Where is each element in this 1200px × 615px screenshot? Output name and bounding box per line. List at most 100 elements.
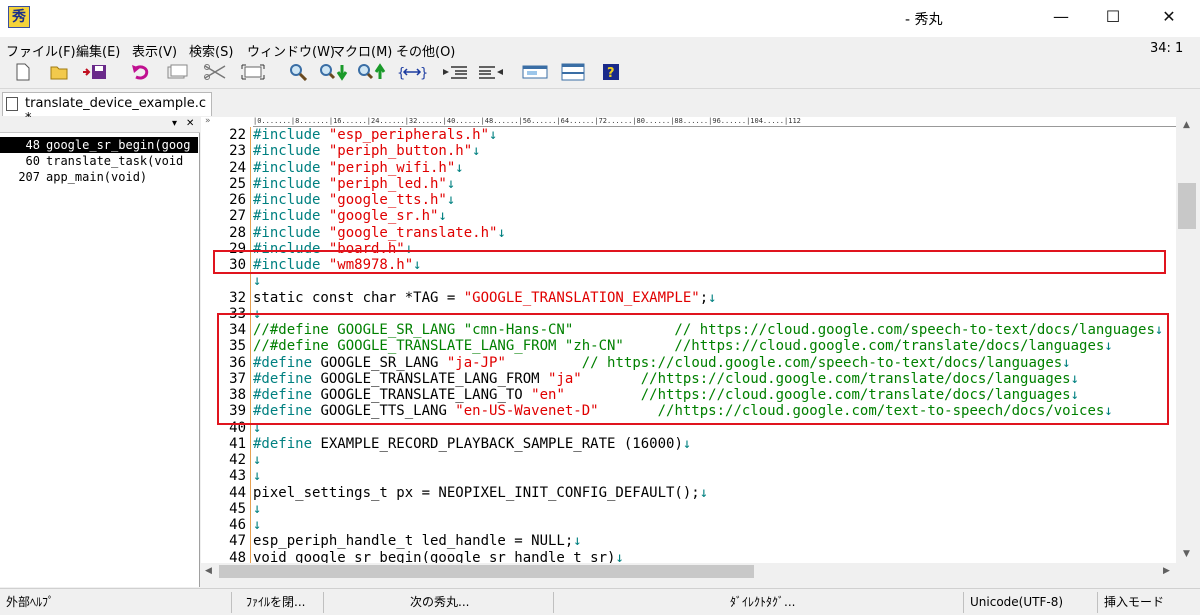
maximize-button[interactable]: ☐	[1090, 0, 1136, 34]
scroll-left-arrow-icon[interactable]: ◀	[205, 566, 212, 576]
scroll-right-arrow-icon[interactable]: ▶	[1163, 566, 1170, 576]
cut-icon[interactable]	[202, 63, 228, 87]
status-encoding[interactable]: Unicode(UTF-8)	[964, 592, 1098, 613]
outline-item-line: 60	[25, 154, 40, 168]
code-token: #include	[253, 127, 329, 143]
help-icon[interactable]: ?	[598, 63, 624, 87]
newline-mark: ↓	[253, 468, 262, 485]
svg-text:}: }	[420, 66, 427, 80]
minimize-button[interactable]: —	[1038, 0, 1084, 34]
outline-item-name: translate_task(void	[46, 154, 184, 168]
new-file-icon[interactable]	[10, 63, 36, 87]
status-direct-tag[interactable]: ﾀﾞｲﾚｸﾄﾀｸﾞ...	[724, 592, 964, 613]
newline-mark: ↓	[253, 273, 262, 290]
code-token: "GOOGLE_TRANSLATION_EXAMPLE"	[463, 289, 700, 306]
hidemaru-window: 秀 - 秀丸 — ☐ ✕ ファイル(F) 編集(E) 表示(V) 検索(S) ウ…	[0, 0, 1200, 615]
outline-close-button[interactable]: ✕	[186, 118, 194, 129]
document-tab[interactable]: translate_device_example.c *	[2, 92, 212, 126]
code-line[interactable]: #include "periph_wifi.h"↓	[253, 160, 464, 176]
code-line[interactable]: #include "esp_peripherals.h"↓	[253, 127, 497, 143]
search-icon[interactable]	[285, 63, 311, 87]
code-token: "google_tts.h"	[328, 192, 447, 208]
ruler-marker: »	[205, 116, 211, 126]
split-window-icon[interactable]	[558, 63, 588, 87]
svg-text:?: ?	[607, 66, 615, 81]
open-folder-icon[interactable]	[46, 63, 72, 87]
code-line[interactable]: pixel_settings_t px = NEOPIXEL_INIT_CONF…	[253, 485, 708, 501]
vertical-scroll-thumb[interactable]	[1178, 183, 1196, 229]
code-token: #include	[253, 224, 329, 241]
code-line[interactable]: #include "periph_button.h"↓	[253, 143, 481, 159]
copy-icon[interactable]	[164, 63, 190, 87]
code-line[interactable]: #include "google_tts.h"↓	[253, 192, 455, 208]
code-token: "esp_peripherals.h"	[328, 127, 490, 143]
highlight-box-language-defines	[217, 313, 1169, 425]
newline-mark: ↓	[446, 175, 456, 192]
code-line[interactable]: ↓	[253, 517, 261, 533]
menu-window[interactable]: ウィンドウ(W)	[247, 41, 335, 60]
menu-edit[interactable]: 編集(E)	[76, 41, 120, 60]
code-token: "periph_button.h"	[328, 143, 473, 160]
code-editor[interactable]: » |0.......|8.......|16......|24......|3…	[201, 116, 1176, 566]
line-number: 22	[229, 127, 246, 143]
undo-icon[interactable]	[128, 63, 154, 87]
outline-item[interactable]: 48 google_sr_begin(goog	[0, 137, 198, 153]
outline-header: ▾ ✕	[0, 117, 200, 133]
status-external-help[interactable]: 外部ﾍﾙﾌﾟ	[0, 592, 232, 613]
outline-pane: ▾ ✕ 48 google_sr_begin(goog 60 translate_ta…	[0, 117, 200, 587]
outline-item-line: 48	[25, 138, 40, 152]
code-line[interactable]: ↓	[253, 501, 261, 517]
status-next-hidemaru[interactable]: 次の秀丸...	[404, 592, 554, 613]
code-token: #include	[253, 208, 329, 225]
search-up-icon[interactable]	[356, 63, 388, 87]
menu-macro[interactable]: マクロ(M)	[332, 41, 392, 60]
code-line[interactable]: esp_periph_handle_t led_handle = NULL;↓	[253, 533, 582, 549]
code-line[interactable]: ↓	[253, 468, 261, 484]
vertical-scrollbar[interactable]: ▲ ▼	[1176, 117, 1200, 563]
code-line[interactable]: #include "google_sr.h"↓	[253, 208, 447, 224]
bracket-jump-icon[interactable]: {}	[396, 63, 428, 87]
line-number: 45	[229, 500, 246, 517]
line-number: 47	[229, 533, 246, 550]
code-token: "google_sr.h"	[328, 208, 439, 225]
c-file-icon	[6, 97, 18, 111]
hidemaru-app-icon[interactable]: 秀	[8, 6, 30, 28]
code-token: esp_periph_handle_t led_handle = NULL;	[253, 533, 574, 550]
menu-search[interactable]: 検索(S)	[189, 41, 233, 60]
code-line[interactable]: #define EXAMPLE_RECORD_PLAYBACK_SAMPLE_R…	[253, 436, 691, 452]
window-icon[interactable]	[520, 63, 550, 87]
scroll-down-arrow-icon[interactable]: ▼	[1183, 549, 1190, 559]
menu-view[interactable]: 表示(V)	[132, 41, 177, 60]
outdent-icon[interactable]	[476, 63, 506, 87]
outline-dropdown-button[interactable]: ▾	[172, 118, 177, 129]
newline-mark: ↓	[489, 127, 498, 143]
outline-item[interactable]: 207 app_main(void)	[0, 169, 198, 185]
code-line[interactable]: static const char *TAG = "GOOGLE_TRANSLA…	[253, 290, 717, 306]
code-token: "periph_wifi.h"	[328, 159, 456, 176]
search-down-icon[interactable]	[318, 63, 350, 87]
code-token: pixel_settings_t px = NEOPIXEL_INIT_CONF…	[253, 484, 700, 501]
horizontal-scrollbar[interactable]: ◀ ▶	[201, 563, 1176, 580]
code-line[interactable]: ↓	[253, 452, 261, 468]
menu-other[interactable]: その他(O)	[396, 41, 455, 60]
code-line[interactable]: ↓	[253, 273, 261, 289]
status-close-file[interactable]: ﾌｧｲﾙを閉...	[240, 592, 324, 613]
outline-item-name: google_sr_begin(goog	[46, 138, 191, 152]
newline-mark: ↓	[253, 517, 262, 533]
highlight-box-include-wm8978	[213, 250, 1166, 274]
code-line[interactable]: #include "periph_led.h"↓	[253, 176, 455, 192]
outline-item[interactable]: 60 translate_task(void	[0, 153, 198, 169]
newline-mark: ↓	[253, 500, 262, 517]
outline-item-line: 207	[18, 170, 40, 184]
line-number: 27	[229, 208, 246, 225]
code-line[interactable]: #include "google_translate.h"↓	[253, 225, 506, 241]
scroll-up-arrow-icon[interactable]: ▲	[1183, 120, 1190, 130]
paste-icon[interactable]	[240, 63, 266, 87]
menu-file[interactable]: ファイル(F)	[6, 41, 76, 60]
indent-icon[interactable]	[440, 63, 470, 87]
close-window-button[interactable]: ✕	[1146, 0, 1192, 34]
newline-mark: ↓	[497, 224, 506, 241]
save-icon[interactable]	[82, 63, 108, 87]
status-insert-mode[interactable]: 挿入モード	[1098, 592, 1200, 613]
horizontal-scroll-thumb[interactable]	[219, 565, 754, 578]
